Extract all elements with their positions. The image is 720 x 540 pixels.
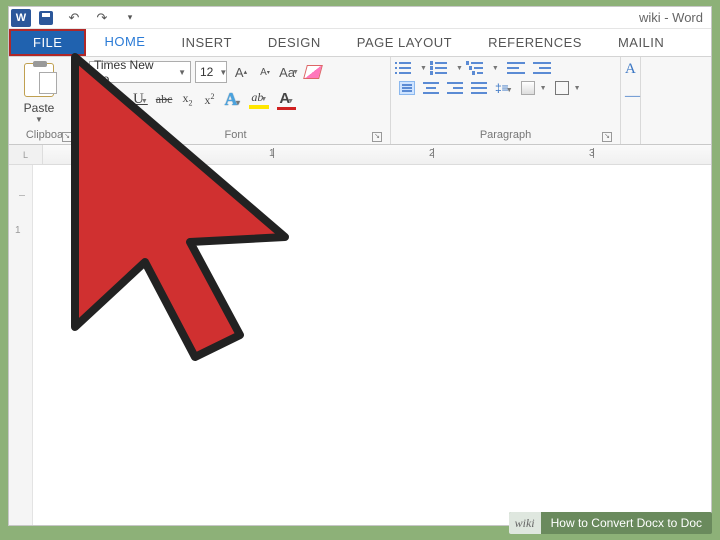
- ruler-mark: 3: [589, 148, 595, 159]
- ribbon: Paste ▼ Clipboa↘ Times New Ro▼ 12▼ A▴ A▾…: [9, 57, 711, 145]
- dialog-launcher-icon[interactable]: ↘: [62, 132, 72, 142]
- undo-icon[interactable]: ↶: [65, 9, 83, 27]
- tab-insert[interactable]: INSERT: [163, 29, 249, 56]
- increase-indent-button[interactable]: [533, 61, 551, 75]
- dialog-launcher-icon[interactable]: ↘: [602, 132, 612, 142]
- subscript-button[interactable]: x2: [180, 91, 194, 107]
- font-color-button[interactable]: A▼: [277, 90, 296, 110]
- chevron-down-icon: ▼: [178, 68, 186, 77]
- quick-access-toolbar: ↶ ↷ ▾: [37, 9, 139, 27]
- grow-font-button[interactable]: A▴: [231, 62, 251, 82]
- window-title: wiki - Word: [639, 10, 703, 25]
- tab-selector[interactable]: L: [9, 145, 43, 164]
- borders-button[interactable]: [555, 81, 569, 95]
- align-justify-button[interactable]: [471, 81, 487, 95]
- ruler-mark: 1: [269, 148, 275, 159]
- group-font: Times New Ro▼ 12▼ A▴ A▾ Aa▼ B I U▼ abc x…: [81, 57, 391, 144]
- eraser-icon: [303, 65, 323, 79]
- clear-formatting-button[interactable]: [303, 62, 323, 82]
- bullets-button[interactable]: [399, 61, 415, 75]
- word-app-icon: W: [11, 9, 31, 27]
- paste-dropdown-icon[interactable]: ▼: [35, 115, 43, 124]
- tab-design[interactable]: DESIGN: [250, 29, 339, 56]
- chevron-down-icon: ▼: [219, 68, 227, 77]
- strikethrough-button[interactable]: abc: [156, 92, 173, 107]
- change-case-button[interactable]: Aa▼: [279, 62, 299, 82]
- paste-button[interactable]: Paste ▼: [17, 61, 61, 124]
- indent-marker-icon[interactable]: [123, 147, 133, 154]
- tab-page-layout[interactable]: PAGE LAYOUT: [339, 29, 470, 56]
- bold-button[interactable]: B: [89, 91, 103, 108]
- caption-brand: wiki: [509, 512, 541, 534]
- horizontal-ruler[interactable]: L 1 2 3: [9, 145, 711, 165]
- clipboard-icon: [24, 63, 54, 97]
- ribbon-tabs: FILE HOME INSERT DESIGN PAGE LAYOUT REFE…: [9, 29, 711, 57]
- caption-text: How to Convert Docx to Doc: [541, 516, 712, 530]
- group-styles: A —: [621, 57, 641, 144]
- decrease-indent-button[interactable]: [507, 61, 525, 75]
- group-clipboard: Paste ▼ Clipboa↘: [9, 57, 81, 144]
- group-label-font: Font↘: [89, 128, 382, 144]
- customize-qat-icon[interactable]: ▾: [121, 9, 139, 27]
- italic-button[interactable]: I: [111, 91, 125, 108]
- underline-button[interactable]: U▼: [133, 91, 148, 108]
- paste-label: Paste: [24, 101, 55, 115]
- vruler-mark: 1: [15, 225, 21, 236]
- save-icon[interactable]: [37, 9, 55, 27]
- align-left-button[interactable]: [399, 81, 415, 95]
- group-paragraph: ▼ ▼ ▼ A↓Z ‡≡▼ ▼ ▼ Paragraph↘: [391, 57, 621, 144]
- shrink-font-button[interactable]: A▾: [255, 62, 275, 82]
- font-size-combo[interactable]: 12▼: [195, 61, 227, 83]
- shading-button[interactable]: [521, 81, 535, 95]
- multilevel-list-button[interactable]: [471, 61, 487, 75]
- font-name-combo[interactable]: Times New Ro▼: [89, 61, 191, 83]
- document-page[interactable]: [33, 165, 711, 525]
- line-spacing-button[interactable]: ‡≡▼: [495, 81, 513, 95]
- tab-file[interactable]: FILE: [9, 29, 86, 56]
- text-effects-button[interactable]: A▼: [224, 89, 241, 110]
- tab-references[interactable]: REFERENCES: [470, 29, 600, 56]
- dialog-launcher-icon[interactable]: ↘: [372, 132, 382, 142]
- redo-icon[interactable]: ↷: [93, 9, 111, 27]
- caption-bar: wiki How to Convert Docx to Doc: [509, 512, 712, 534]
- tab-mailings[interactable]: MAILIN: [600, 29, 682, 56]
- title-bar: W ↶ ↷ ▾ wiki - Word: [9, 7, 711, 29]
- highlight-button[interactable]: ab▼: [249, 90, 269, 109]
- styles-hint[interactable]: A —: [625, 61, 639, 105]
- numbering-button[interactable]: [435, 61, 451, 75]
- align-center-button[interactable]: [423, 81, 439, 95]
- group-label-clipboard: Clipboa↘: [17, 128, 72, 144]
- align-right-button[interactable]: [447, 81, 463, 95]
- ruler-mark: 2: [429, 148, 435, 159]
- document-area[interactable]: 1: [9, 165, 711, 525]
- vertical-ruler[interactable]: 1: [9, 165, 33, 525]
- group-label-paragraph: Paragraph↘: [399, 128, 612, 144]
- superscript-button[interactable]: x2: [202, 92, 216, 108]
- tab-home[interactable]: HOME: [86, 29, 163, 56]
